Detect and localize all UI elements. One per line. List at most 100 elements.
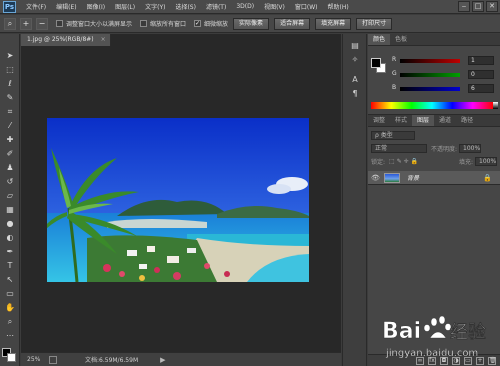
checkbox-box[interactable] <box>140 20 148 27</box>
zoom-all-windows-checkbox[interactable]: 缩放所有窗口 <box>140 19 186 28</box>
layer-kind-filter[interactable]: ρ 类型 <box>371 130 415 140</box>
layer-row-background[interactable]: 👁 背景 🔒 <box>368 171 500 185</box>
tab-layers[interactable]: 图层 <box>412 115 435 126</box>
status-options-icon[interactable] <box>49 355 57 364</box>
green-value-field[interactable]: 0 <box>468 70 494 79</box>
status-menu-arrow-icon[interactable]: ▶ <box>160 356 165 364</box>
rectangle-tool-icon[interactable]: ▭ <box>3 288 17 299</box>
color-spectrum-bar[interactable] <box>371 102 493 109</box>
opacity-field[interactable]: 100% <box>459 143 482 153</box>
document-window: 1.jpg @ 25%(RGB/8#) × 25% 文档:6.59M/6.59M… <box>21 34 341 366</box>
blue-slider[interactable] <box>400 87 460 91</box>
document-tab[interactable]: 1.jpg @ 25%(RGB/8#) × <box>21 34 111 46</box>
blend-row: 正常 不透明度: 100% <box>371 143 497 153</box>
layers-panel-tabs: 调整 样式 图层 通道 路径 <box>368 115 500 127</box>
paragraph-panel-icon[interactable]: ¶ <box>348 88 362 100</box>
visibility-eye-icon[interactable]: 👁 <box>371 174 381 182</box>
tab-channels[interactable]: 通道 <box>434 115 456 126</box>
black-white-ramp[interactable] <box>493 102 498 109</box>
tab-paths[interactable]: 路径 <box>456 115 478 126</box>
lock-options-icon[interactable]: ⬚✎✛🔒 <box>389 158 420 165</box>
checkbox-label: 调整窗口大小以满屏显示 <box>66 21 133 28</box>
hand-tool-icon[interactable]: ✋ <box>3 302 17 313</box>
menu-select[interactable]: 选择(S) <box>175 2 196 11</box>
green-slider[interactable] <box>400 73 460 77</box>
fit-screen-button[interactable]: 适合屏幕 <box>274 17 311 30</box>
zoom-level[interactable]: 25% <box>27 356 45 363</box>
tool-presets-icon[interactable]: ✧ <box>348 54 362 66</box>
quick-select-tool-icon[interactable]: ✎ <box>3 92 17 103</box>
island-photo <box>47 118 309 282</box>
extra-tools-icon[interactable]: ⋯ <box>3 330 17 341</box>
healing-brush-tool-icon[interactable]: ✚ <box>3 134 17 145</box>
minimize-button[interactable]: ‒ <box>458 1 470 12</box>
menu-layer[interactable]: 图层(L) <box>115 2 135 11</box>
menu-help[interactable]: 帮助(H) <box>328 2 349 11</box>
menu-filter[interactable]: 滤镜(T) <box>206 2 226 11</box>
blue-value-field[interactable]: 6 <box>468 84 494 93</box>
zoom-out-icon[interactable]: − <box>36 17 48 30</box>
maximize-button[interactable]: □ <box>472 1 484 12</box>
green-label: G <box>392 70 397 77</box>
fill-screen-button[interactable]: 填充屏幕 <box>315 17 352 30</box>
zoom-tool-icon[interactable]: ⌕ <box>3 316 17 327</box>
checkmark-icon[interactable]: ✓ <box>194 20 202 27</box>
red-slider-row: R 1 <box>392 56 496 66</box>
color-panel: 颜色 色板 R 1 G 0 B 6 <box>368 34 500 112</box>
menu-file[interactable]: 文件(F) <box>26 2 46 11</box>
red-slider[interactable] <box>400 59 460 63</box>
dodge-tool-icon[interactable]: ◐ <box>3 232 17 243</box>
watermark-url: jingyan.baidu.com <box>385 348 478 359</box>
blur-tool-icon[interactable]: ● <box>3 218 17 229</box>
eyedropper-tool-icon[interactable]: ⁄ <box>3 120 17 131</box>
checkbox-label: 细微缩放 <box>204 21 229 28</box>
actual-pixels-button[interactable]: 实际像素 <box>233 17 270 30</box>
tab-adjustments[interactable]: 调整 <box>368 115 390 126</box>
menu-view[interactable]: 视图(V) <box>264 2 285 11</box>
close-tab-icon[interactable]: × <box>101 36 106 43</box>
window-controls: ‒ □ ✕ <box>458 1 498 12</box>
layer-thumbnail <box>384 172 400 183</box>
gradient-tool-icon[interactable]: ▦ <box>3 204 17 215</box>
layer-name: 背景 <box>407 175 420 182</box>
red-value-field[interactable]: 1 <box>468 56 494 65</box>
foreground-swatch[interactable] <box>371 58 381 68</box>
menu-image[interactable]: 图像(I) <box>87 2 105 11</box>
crop-tool-icon[interactable]: ⌗ <box>3 106 17 117</box>
marquee-tool-icon[interactable]: ⬚ <box>3 64 17 75</box>
baidu-jingyan-logo: Bai 经验 jingyan.baidu.com <box>382 315 487 359</box>
clone-stamp-tool-icon[interactable]: ♟ <box>3 162 17 173</box>
menu-type[interactable]: 文字(Y) <box>145 2 165 11</box>
close-button[interactable]: ✕ <box>486 1 498 12</box>
fill-field[interactable]: 100% <box>475 156 497 166</box>
scrubby-zoom-checkbox[interactable]: ✓ 细微缩放 <box>194 19 228 28</box>
menu-window[interactable]: 窗口(W) <box>295 2 318 11</box>
lock-icon: 🔒 <box>483 173 492 182</box>
blend-mode-select[interactable]: 正常 <box>371 143 427 153</box>
zoom-in-icon[interactable]: + <box>20 17 32 30</box>
lasso-tool-icon[interactable]: ℓ <box>3 78 17 89</box>
opacity-label: 不透明度: <box>431 145 458 153</box>
history-panel-icon[interactable]: ▤ <box>348 40 362 52</box>
resize-windows-checkbox[interactable]: 调整窗口大小以满屏显示 <box>56 19 132 28</box>
menu-3d[interactable]: 3D(D) <box>236 3 254 10</box>
character-panel-icon[interactable]: A <box>348 74 362 86</box>
path-select-tool-icon[interactable]: ↖ <box>3 274 17 285</box>
brush-tool-icon[interactable]: ✐ <box>3 148 17 159</box>
tab-color[interactable]: 颜色 <box>368 34 391 45</box>
image-canvas[interactable] <box>47 118 309 282</box>
move-tool-icon[interactable]: ➤ <box>3 50 17 61</box>
background-color-swatch[interactable] <box>7 353 16 362</box>
eraser-tool-icon[interactable]: ▱ <box>3 190 17 201</box>
menu-edit[interactable]: 编辑(E) <box>56 2 76 11</box>
pen-tool-icon[interactable]: ✒ <box>3 246 17 257</box>
red-label: R <box>392 56 397 63</box>
history-brush-tool-icon[interactable]: ↺ <box>3 176 17 187</box>
tab-styles[interactable]: 样式 <box>390 115 412 126</box>
blue-label: B <box>392 84 397 91</box>
tab-swatches[interactable]: 色板 <box>390 34 412 45</box>
checkbox-box[interactable] <box>56 20 63 27</box>
type-tool-icon[interactable]: T <box>3 260 17 271</box>
zoom-tool-icon[interactable]: ⌕ <box>4 17 16 30</box>
print-size-button[interactable]: 打印尺寸 <box>356 17 393 30</box>
